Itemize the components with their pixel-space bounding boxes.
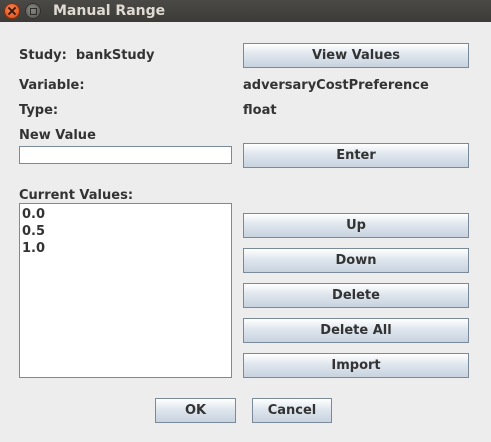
variable-value: adversaryCostPreference <box>243 78 429 93</box>
study-label: Study: bankStudy <box>19 48 154 64</box>
variable-label: Variable: <box>19 78 85 93</box>
close-icon[interactable] <box>4 3 20 19</box>
new-value-input[interactable] <box>19 146 232 164</box>
manual-range-dialog: Manual Range Study: bankStudy View Value… <box>0 0 491 442</box>
study-value: bankStudy <box>75 48 155 63</box>
up-button[interactable]: Up <box>243 213 469 238</box>
type-value: float <box>243 103 277 118</box>
delete-all-button[interactable]: Delete All <box>243 318 469 343</box>
list-item[interactable]: 0.5 <box>21 223 230 240</box>
maximize-icon[interactable] <box>25 3 41 19</box>
list-item[interactable]: 1.0 <box>21 240 230 257</box>
ok-button[interactable]: OK <box>155 398 236 423</box>
new-value-label: New Value <box>19 128 96 143</box>
list-item[interactable]: 0.0 <box>21 206 230 223</box>
title-bar: Manual Range <box>0 0 491 22</box>
enter-button[interactable]: Enter <box>243 143 469 168</box>
study-label-text: Study: <box>19 48 67 63</box>
window-title: Manual Range <box>53 3 166 19</box>
cancel-button[interactable]: Cancel <box>252 398 332 423</box>
delete-button[interactable]: Delete <box>243 283 469 308</box>
import-button[interactable]: Import <box>243 353 469 378</box>
current-values-label: Current Values: <box>19 188 134 203</box>
down-button[interactable]: Down <box>243 248 469 273</box>
type-label: Type: <box>19 103 59 118</box>
current-values-list[interactable]: 0.0 0.5 1.0 <box>19 203 232 378</box>
view-values-button[interactable]: View Values <box>243 43 469 68</box>
